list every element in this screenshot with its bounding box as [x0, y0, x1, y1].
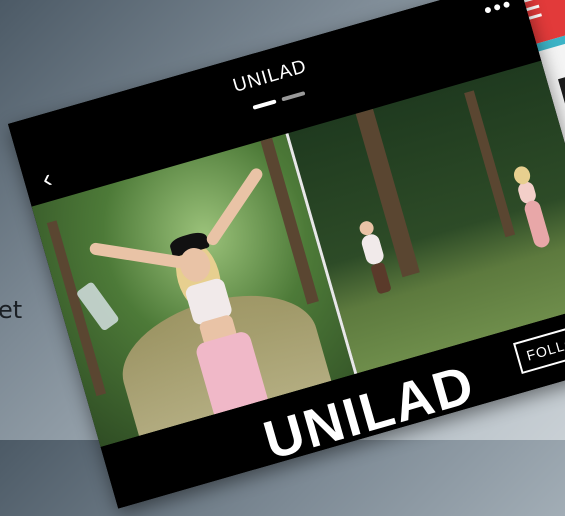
chevron-left-icon[interactable]: ‹: [39, 163, 56, 195]
pager-dot[interactable]: [281, 91, 306, 102]
tree-trunk: [463, 90, 515, 238]
follow-button[interactable]: FOLLOW: [512, 319, 565, 375]
social-post-card: UNILAD ••• ‹ UNILAD FOLLOW: [8, 0, 565, 509]
pager-dot-active[interactable]: [252, 99, 277, 110]
background-partial-text: et: [0, 296, 23, 324]
model-leggings: [522, 198, 551, 250]
photographer-top: [359, 232, 385, 267]
image-pager: [252, 91, 306, 110]
photographer-legs: [369, 261, 392, 295]
more-dots-icon[interactable]: •••: [481, 0, 516, 24]
arm-right: [204, 166, 265, 248]
